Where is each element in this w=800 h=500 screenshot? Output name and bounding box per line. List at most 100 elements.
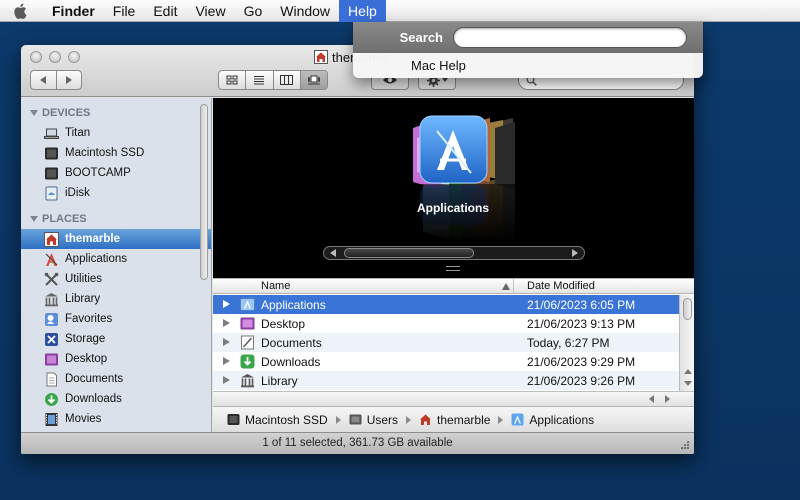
sidebar-header-places-label: PLACES [42,213,87,225]
sidebar-scrollbar[interactable] [198,102,209,428]
menu-edit[interactable]: Edit [144,0,186,22]
scroll-down-arrow-icon[interactable] [684,381,692,386]
cover-flow[interactable]: Applications [213,98,694,278]
file-list-scroll-thumb[interactable] [683,298,692,320]
sidebar-item-titan[interactable]: Titan [21,123,211,143]
sidebar-item-label: Movies [65,413,102,425]
sidebar-item-macintosh-ssd[interactable]: Macintosh SSD [21,143,211,163]
file-name: Applications [261,297,326,312]
minimize-button[interactable] [49,51,61,63]
sidebar-item-documents[interactable]: Documents [21,369,211,389]
scroll-left-arrow-icon[interactable] [330,249,336,257]
home-icon [314,50,328,64]
list-view-icon [254,76,265,85]
sidebar-item-movies[interactable]: Movies [21,409,211,429]
sidebar-item-themarble[interactable]: themarble [21,229,211,249]
help-search-label: Search [399,30,443,45]
list-view-button[interactable] [245,71,272,89]
scroll-left-arrow-icon[interactable] [649,395,654,403]
file-date: 21/06/2023 9:26 PM [527,373,636,388]
status-text: 1 of 11 selected, 361.73 GB available [262,437,453,449]
cover-flow-resize-handle[interactable] [446,266,460,271]
menu-window[interactable]: Window [271,0,339,22]
sidebar-header-devices-label: DEVICES [42,107,91,119]
menu-go[interactable]: Go [235,0,272,22]
cover-flow-scrollbar[interactable] [323,246,585,260]
sidebar-item-desktop[interactable]: Desktop [21,349,211,369]
column-header-date-modified[interactable]: Date Modified [527,280,595,292]
menu-help[interactable]: Help [339,0,386,22]
sidebar-item-utilities[interactable]: Utilities [21,269,211,289]
sidebar-item-storage[interactable]: Storage [21,329,211,349]
sidebar-item-library[interactable]: Library [21,289,211,309]
sort-ascending-icon [502,283,510,290]
documents-folder-icon [241,335,254,350]
utilities-icon [44,272,59,286]
sidebar-scroll-thumb[interactable] [200,104,208,280]
column-divider[interactable] [513,279,514,294]
storage-icon [45,332,58,346]
scroll-right-arrow-icon[interactable] [665,395,670,403]
forward-button[interactable] [55,71,82,89]
icon-view-icon [226,75,238,85]
folder-icon [349,414,362,425]
sidebar-item-downloads[interactable]: Downloads [21,389,211,409]
favorites-icon [45,312,58,326]
drive-icon [227,414,240,425]
library-icon [45,292,58,306]
path-separator-icon [406,415,412,424]
cover-flow-icon [307,75,320,85]
column-header-name[interactable]: Name [261,280,290,292]
table-row[interactable]: Downloads 21/06/2023 9:29 PM [213,352,679,371]
apple-menu-icon[interactable] [0,0,40,22]
table-row[interactable]: Desktop 21/06/2023 9:13 PM [213,314,679,333]
icon-view-button[interactable] [219,71,245,89]
sidebar-item-idisk[interactable]: iDisk [21,183,211,203]
back-button[interactable] [31,71,56,89]
resize-grip-icon[interactable] [680,440,690,450]
path-separator-icon [498,415,504,424]
sidebar-item-label: Favorites [65,313,113,325]
horizontal-scrollbar[interactable] [213,391,694,405]
sidebar-header-places[interactable]: PLACES [21,209,211,229]
menu-bar: Finder File Edit View Go Window Help [0,0,800,22]
sidebar-item-label: Applications [65,253,128,265]
scroll-right-arrow-icon[interactable] [572,249,578,257]
disclosure-triangle-icon[interactable] [223,338,230,346]
disclosure-triangle-icon [30,110,38,116]
path-segment-macintosh-ssd[interactable]: Macintosh SSD [227,413,328,427]
scroll-up-arrow-icon[interactable] [684,369,692,374]
sidebar-item-favorites[interactable]: Favorites [21,309,211,329]
file-list-scrollbar[interactable] [679,295,694,393]
disclosure-triangle-icon[interactable] [223,300,230,308]
file-name: Documents [261,335,322,350]
menu-view[interactable]: View [186,0,234,22]
sidebar-item-label: Titan [65,127,91,139]
path-segment-themarble[interactable]: themarble [419,413,490,427]
path-segment-applications[interactable]: Applications [511,413,594,427]
sidebar-item-bootcamp[interactable]: BOOTCAMP [21,163,211,183]
path-segment-users[interactable]: Users [349,413,398,427]
sidebar-header-devices[interactable]: DEVICES [21,103,211,123]
laptop-icon [44,128,59,139]
table-row[interactable]: Applications 21/06/2023 6:05 PM [213,295,679,314]
sidebar-item-applications[interactable]: Applications [21,249,211,269]
downloads-icon [45,392,58,406]
drive-icon [45,167,58,179]
disclosure-triangle-icon[interactable] [223,376,230,384]
sidebar-item-label: Utilities [65,273,103,285]
menu-finder[interactable]: Finder [40,0,104,22]
disclosure-triangle-icon[interactable] [223,357,230,365]
disclosure-triangle-icon[interactable] [223,319,230,327]
help-menu-item-mac-help[interactable]: Mac Help [353,53,703,78]
zoom-button[interactable] [68,51,80,63]
table-row[interactable]: Documents Today, 6:27 PM [213,333,679,352]
close-button[interactable] [30,51,42,63]
menu-file[interactable]: File [104,0,145,22]
column-view-button[interactable] [272,71,300,89]
file-date: 21/06/2023 9:13 PM [527,316,636,331]
table-row[interactable]: Library 21/06/2023 9:26 PM [213,371,679,390]
cover-flow-view-button[interactable] [299,71,327,89]
cover-flow-scroll-thumb[interactable] [344,248,474,258]
help-search-input[interactable] [453,27,687,48]
